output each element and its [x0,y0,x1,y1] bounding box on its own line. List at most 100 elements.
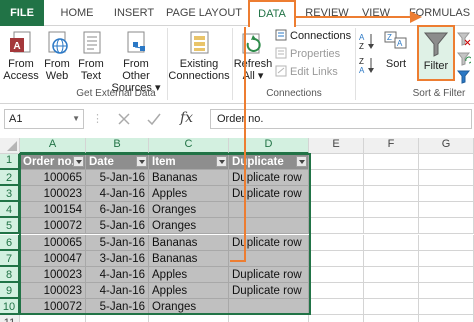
cell[interactable]: Bananas [149,170,229,187]
row-header-7[interactable]: 7 [0,250,20,267]
cell[interactable]: 4-Jan-16 [86,266,149,283]
cell[interactable]: Duplicate row [229,266,309,283]
from-access-button[interactable]: A From Access [2,30,40,82]
cell[interactable] [309,266,364,283]
cell[interactable]: Duplicate row [229,186,309,203]
cell[interactable]: 100065 [20,170,86,187]
cell[interactable] [419,298,474,315]
column-header-c[interactable]: C [149,138,229,154]
cancel-icon[interactable] [116,111,132,127]
row-header-11[interactable]: 11 [0,315,20,322]
cell[interactable] [229,202,309,219]
from-web-button[interactable]: From Web [40,30,74,82]
cell[interactable]: Duplicate row [229,170,309,187]
cell[interactable] [309,234,364,251]
cell[interactable] [364,315,419,322]
cell[interactable]: 100072 [20,298,86,315]
cell[interactable]: 4-Jan-16 [86,186,149,203]
cell[interactable] [309,170,364,187]
edit-links-button[interactable]: Edit Links [275,64,338,80]
row-header-6[interactable]: 6 [0,234,20,251]
cell[interactable] [419,315,474,322]
tab-insert[interactable]: INSERT [108,0,160,26]
cell[interactable] [309,202,364,219]
row-header-9[interactable]: 9 [0,282,20,299]
cell[interactable] [419,186,474,203]
column-header-d[interactable]: D [229,138,309,154]
column-header-b[interactable]: B [86,138,149,154]
cell[interactable]: 5-Jan-16 [86,170,149,187]
cell[interactable] [364,266,419,283]
cell[interactable]: Duplicate row [229,282,309,299]
cell[interactable]: 6-Jan-16 [86,202,149,219]
tab-home[interactable]: HOME [52,0,102,26]
cell[interactable] [149,315,229,322]
cell[interactable]: Bananas [149,250,229,267]
cell[interactable] [364,218,419,235]
cell[interactable]: Apples [149,282,229,299]
advanced-filter-button[interactable] [456,70,472,84]
cell[interactable]: 100047 [20,250,86,267]
from-other-sources-button[interactable]: From Other Sources ▾ [108,30,164,94]
cell[interactable]: 5-Jan-16 [86,234,149,251]
filter-dropdown-icon[interactable] [216,156,227,167]
cell[interactable] [419,154,474,170]
tab-page-layout[interactable]: PAGE LAYOUT [164,0,244,26]
column-header-e[interactable]: E [309,138,364,154]
header-cell-item[interactable]: Item [149,154,229,170]
filter-dropdown-icon[interactable] [73,156,84,167]
row-header-4[interactable]: 4 [0,202,20,219]
cell[interactable] [229,218,309,235]
cell[interactable]: 100023 [20,186,86,203]
cell[interactable] [364,250,419,267]
cell[interactable] [364,154,419,170]
cell[interactable]: 100065 [20,234,86,251]
column-header-f[interactable]: F [364,138,419,154]
cell[interactable] [229,298,309,315]
cell[interactable] [309,186,364,203]
cell[interactable] [419,202,474,219]
cell[interactable]: Bananas [149,234,229,251]
cell[interactable]: Oranges [149,298,229,315]
enter-checkmark-icon[interactable] [146,111,162,127]
cell[interactable]: 100154 [20,202,86,219]
connections-button[interactable]: Connections [275,28,351,44]
cell[interactable]: Oranges [149,202,229,219]
header-cell-date[interactable]: Date [86,154,149,170]
existing-connections-button[interactable]: Existing Connections [168,30,230,82]
cell[interactable] [229,315,309,322]
cell[interactable] [86,315,149,322]
column-header-a[interactable]: A [20,138,86,154]
cell[interactable]: 3-Jan-16 [86,250,149,267]
cell[interactable] [364,282,419,299]
cell[interactable] [419,218,474,235]
formula-input[interactable]: Order no. [210,109,472,129]
cell[interactable] [309,218,364,235]
filter-dropdown-icon[interactable] [136,156,147,167]
cell[interactable] [20,315,86,322]
cell[interactable] [364,298,419,315]
cell[interactable] [309,315,364,322]
tab-data[interactable]: DATA [249,0,295,27]
cell[interactable] [419,234,474,251]
cell[interactable] [364,170,419,187]
sort-a-to-z-button[interactable]: A Z [358,32,376,51]
cell[interactable] [309,154,364,170]
header-cell-duplicate[interactable]: Duplicate [229,154,309,170]
row-header-10[interactable]: 10 [0,298,20,315]
tab-file[interactable]: FILE [0,0,44,26]
cell[interactable] [309,298,364,315]
cell[interactable] [364,202,419,219]
chevron-down-icon[interactable]: ▼ [72,110,80,128]
cell[interactable]: Apples [149,186,229,203]
cell[interactable]: 5-Jan-16 [86,218,149,235]
refresh-all-button[interactable]: Refresh All ▾ [233,30,273,82]
cell[interactable] [419,266,474,283]
filter-dropdown-icon[interactable] [296,156,307,167]
cell[interactable]: 100023 [20,282,86,299]
row-header-5[interactable]: 5 [0,218,20,235]
row-header-3[interactable]: 3 [0,186,20,203]
cell[interactable] [419,170,474,187]
row-header-8[interactable]: 8 [0,266,20,283]
cell[interactable]: 5-Jan-16 [86,298,149,315]
